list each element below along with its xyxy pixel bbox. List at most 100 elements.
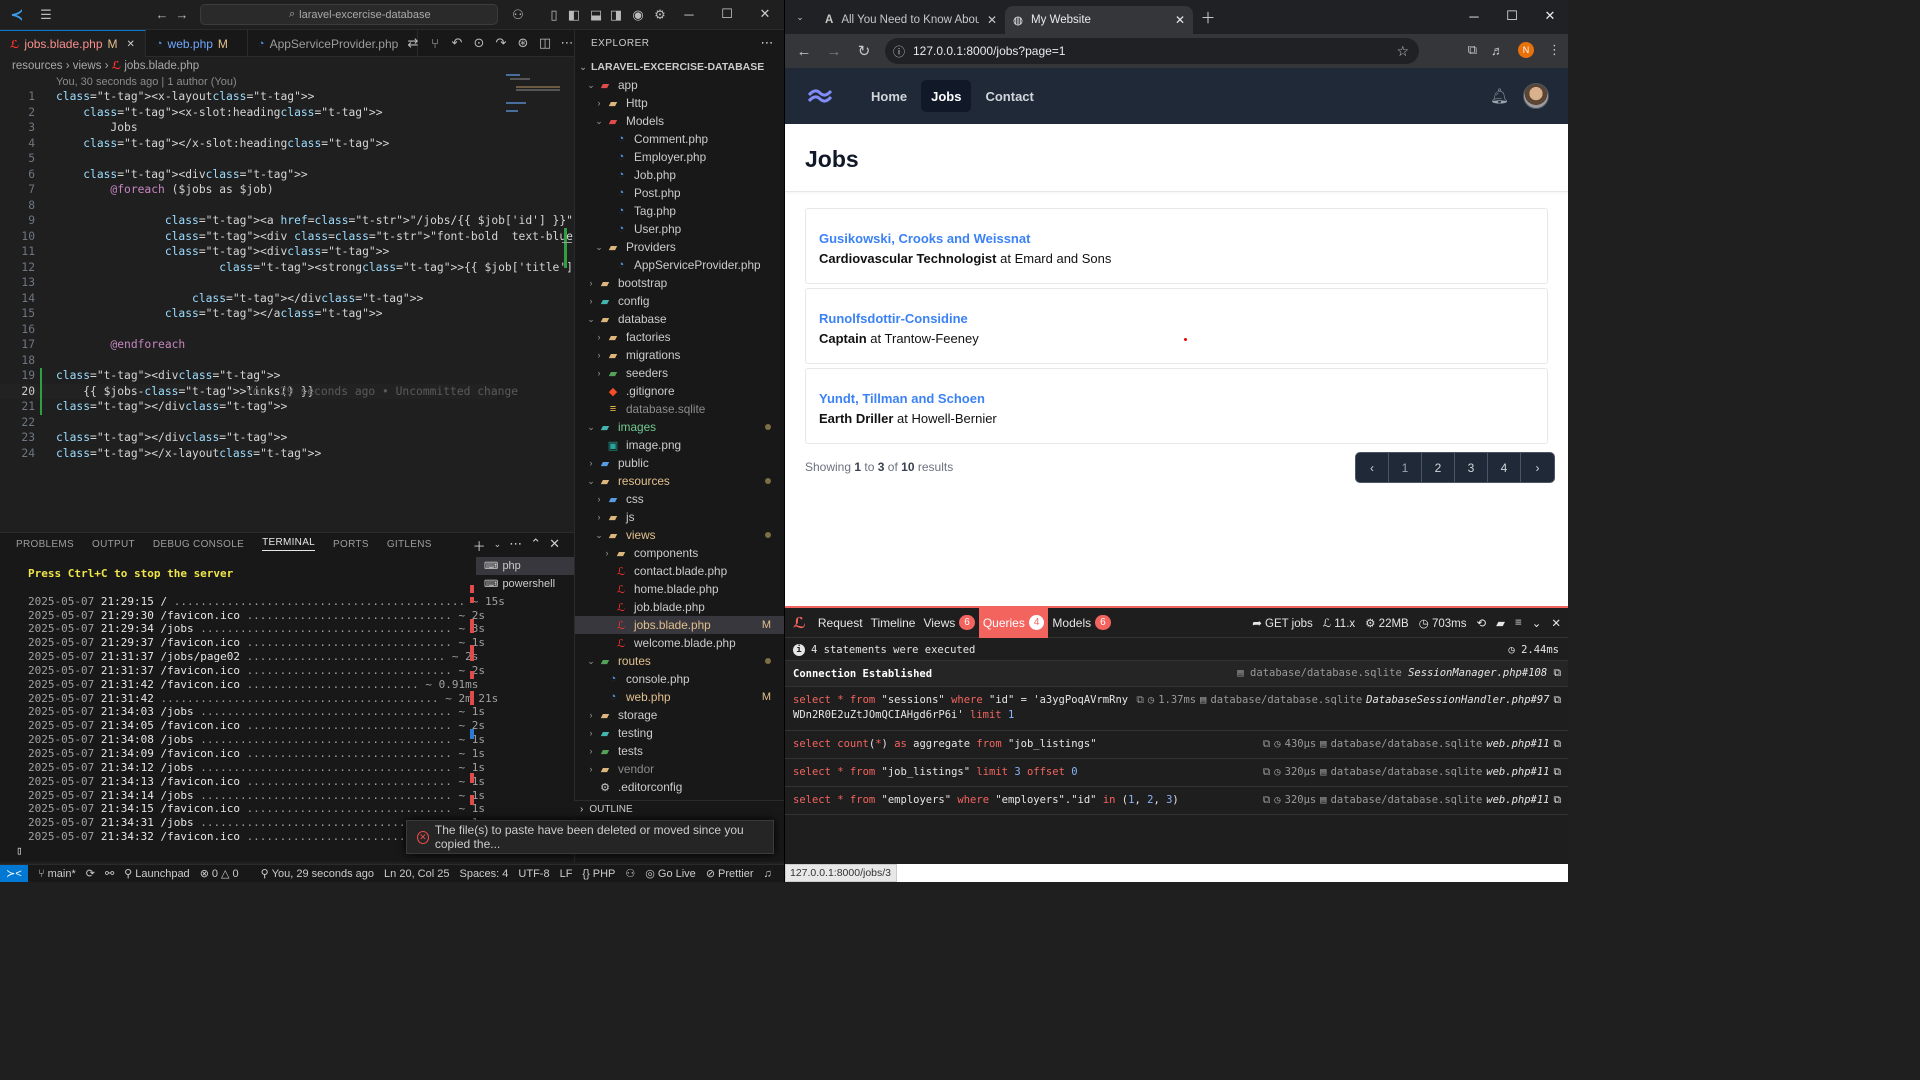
code-editor[interactable]: 1 class="t-tag"><x-layoutclass="t-tag">> 2… xyxy=(0,88,784,522)
external-link-icon[interactable]: ⧉ xyxy=(1554,667,1562,679)
chrome-menu-icon[interactable]: ⋮ xyxy=(1548,42,1561,58)
tree-item[interactable]: ⌄ ▰ images xyxy=(575,418,784,436)
tree-item[interactable]: › ▰ css xyxy=(575,490,784,508)
tree-item[interactable]: › ▰ Http xyxy=(575,94,784,112)
panel-tab[interactable]: GITLENS xyxy=(387,539,432,550)
query-source[interactable]: web.php#11 xyxy=(1486,737,1549,752)
browser-tab[interactable]: A All You Need to Know About Pa ✕ xyxy=(817,6,1005,34)
tree-item[interactable]: ℒwelcome.blade.php xyxy=(575,634,784,652)
tree-item[interactable]: ℒjob.blade.php xyxy=(575,598,784,616)
editor-tab[interactable]: ◔ web.php M xyxy=(146,30,248,57)
job-card[interactable]: Yundt, Tillman and Schoen Earth Driller a… xyxy=(805,368,1548,444)
editor-tab[interactable]: ◔ AppServiceProvider.php xyxy=(248,30,419,57)
page-button[interactable]: 4 xyxy=(1488,453,1521,482)
copy-icon[interactable]: ⧉ xyxy=(1263,793,1271,808)
compare-icon[interactable]: ⇄ xyxy=(403,33,423,53)
chevron-down-icon[interactable]: ⌄ xyxy=(494,536,502,555)
query-source[interactable]: DatabaseSessionHandler.php#97 xyxy=(1366,693,1549,708)
encoding[interactable]: UTF-8 xyxy=(518,868,549,880)
back-arrow-icon[interactable]: ← xyxy=(152,5,172,25)
golive-status[interactable]: ◎ Go Live xyxy=(645,867,696,881)
editor-scrollbar[interactable] xyxy=(562,70,574,270)
tab-search-icon[interactable]: ⌄ xyxy=(785,2,815,32)
gear-icon[interactable]: ⚙ xyxy=(650,5,670,25)
debugbar-tab-queries[interactable]: Queries 4 xyxy=(978,607,1049,638)
panel-tab[interactable]: OUTPUT xyxy=(92,539,135,550)
settings-sliders-icon[interactable]: ≡ xyxy=(1515,617,1522,629)
debugbar-tab-views[interactable]: Views 6 xyxy=(919,608,978,638)
tree-item[interactable]: › ▰ components xyxy=(575,544,784,562)
tree-item[interactable]: › ▰ seeders xyxy=(575,364,784,382)
route-stat[interactable]: ➦ GET jobs xyxy=(1252,616,1313,630)
tree-item[interactable]: › ▰ vendor xyxy=(575,760,784,778)
open-changes-icon[interactable]: ⊛ xyxy=(513,33,533,53)
query-source[interactable]: web.php#11 xyxy=(1486,793,1549,808)
remote-icon[interactable]: ≻< xyxy=(0,864,28,882)
close-icon[interactable]: ✕ xyxy=(746,0,784,28)
next-page-button[interactable]: › xyxy=(1521,453,1554,482)
toggle-primary-sidebar-icon[interactable]: ◧ xyxy=(564,5,584,25)
panel-tab[interactable]: PORTS xyxy=(333,539,369,550)
forward-icon[interactable]: → xyxy=(819,43,849,60)
tree-item[interactable]: ◔ Employer.php xyxy=(575,148,784,166)
outline-section[interactable]: › OUTLINE xyxy=(574,800,784,818)
tree-item[interactable]: ◔ User.php xyxy=(575,220,784,238)
tree-item[interactable]: ◔ Tag.php xyxy=(575,202,784,220)
tree-item[interactable]: ◔ AppServiceProvider.php xyxy=(575,256,784,274)
maximize-panel-icon[interactable]: ⌃ xyxy=(530,536,541,555)
toggle-sidebar-icon[interactable]: ▯ xyxy=(544,5,564,25)
terminal-scrollbar[interactable] xyxy=(470,559,475,859)
notifications-bell-icon[interactable]: ♫ xyxy=(764,868,772,880)
tree-item[interactable]: ◔ Post.php xyxy=(575,184,784,202)
tree-item[interactable]: ◔ Comment.php xyxy=(575,130,784,148)
editor-tab[interactable]: ℒjobs.blade.php M ✕ xyxy=(0,30,146,57)
laravel-logo-icon[interactable]: ℒ xyxy=(793,614,806,632)
breadcrumb-item[interactable]: resources xyxy=(12,60,63,72)
tree-item[interactable]: › ▰ public xyxy=(575,454,784,472)
debugbar-tab-timeline[interactable]: Timeline xyxy=(867,608,920,638)
copy-icon[interactable]: ⧉ xyxy=(1263,737,1271,752)
debugbar-tab-request[interactable]: Request xyxy=(814,608,867,638)
toggle-panel-icon[interactable]: ⬓ xyxy=(586,5,606,25)
branch-status[interactable]: ⑂ main* xyxy=(38,868,76,880)
maximize-icon[interactable]: ☐ xyxy=(708,0,746,28)
panel-tab[interactable]: DEBUG CONSOLE xyxy=(153,539,244,550)
media-icon[interactable]: ♬ xyxy=(1491,43,1504,58)
tree-item[interactable]: ⌄ ▰ app xyxy=(575,76,784,94)
close-tab-icon[interactable]: ✕ xyxy=(1175,13,1185,27)
back-icon[interactable]: ← xyxy=(789,43,819,60)
page-button[interactable]: 3 xyxy=(1455,453,1488,482)
external-link-icon[interactable]: ⧉ xyxy=(1554,793,1562,808)
forward-arrow-icon[interactable]: → xyxy=(172,5,192,25)
nav-link-jobs[interactable]: Jobs xyxy=(921,80,972,112)
eol[interactable]: LF xyxy=(560,868,573,880)
dot-icon[interactable]: ⊙ xyxy=(469,33,489,53)
tree-item[interactable]: ◔ Job.php xyxy=(575,166,784,184)
page-button[interactable]: 2 xyxy=(1422,453,1455,482)
command-center-search[interactable]: ⌕ laravel-excercise-database xyxy=(200,4,498,25)
project-root[interactable]: ⌄ LARAVEL-EXCERCISE-DATABASE xyxy=(575,58,784,76)
sync-icon[interactable]: ⟳ xyxy=(86,867,95,880)
gitlens-icon[interactable]: ⚯ xyxy=(105,867,114,880)
browser-tab-active[interactable]: ◍ My Website ✕ xyxy=(1005,6,1193,34)
breadcrumb-item[interactable]: views xyxy=(73,60,102,72)
tree-item[interactable]: ◔ console.php xyxy=(575,670,784,688)
new-tab-icon[interactable]: ＋ xyxy=(1193,2,1223,32)
tree-item[interactable]: › ▰ factories xyxy=(575,328,784,346)
close-panel-icon[interactable]: ✕ xyxy=(549,536,560,555)
maximize-icon[interactable]: ☐ xyxy=(1493,0,1531,32)
query-source[interactable]: web.php#11 xyxy=(1486,765,1549,780)
tree-item[interactable]: ℒcontact.blade.php xyxy=(575,562,784,580)
minimize-debugbar-icon[interactable]: ⌄ xyxy=(1532,616,1542,630)
copilot-status-icon[interactable]: ⚇ xyxy=(625,867,635,880)
copy-icon[interactable]: ⧉ xyxy=(1263,765,1271,780)
laravel-version[interactable]: ℒ 11.x xyxy=(1323,616,1355,630)
history-icon[interactable]: ⟲ xyxy=(1477,616,1487,630)
query-row[interactable]: select * from "job_listings" limit 3 off… xyxy=(785,759,1568,787)
tree-item[interactable]: ℒjobs.blade.php M xyxy=(575,616,784,634)
minimize-icon[interactable]: ─ xyxy=(1455,0,1493,32)
toggle-secondary-sidebar-icon[interactable]: ◨ xyxy=(606,5,626,25)
profile-avatar[interactable]: N xyxy=(1518,42,1534,58)
address-bar[interactable]: ⓘ 127.0.0.1:8000/jobs?page=1 ☆ xyxy=(885,38,1419,64)
connection-src[interactable]: SessionManager.php#108 xyxy=(1408,667,1547,679)
